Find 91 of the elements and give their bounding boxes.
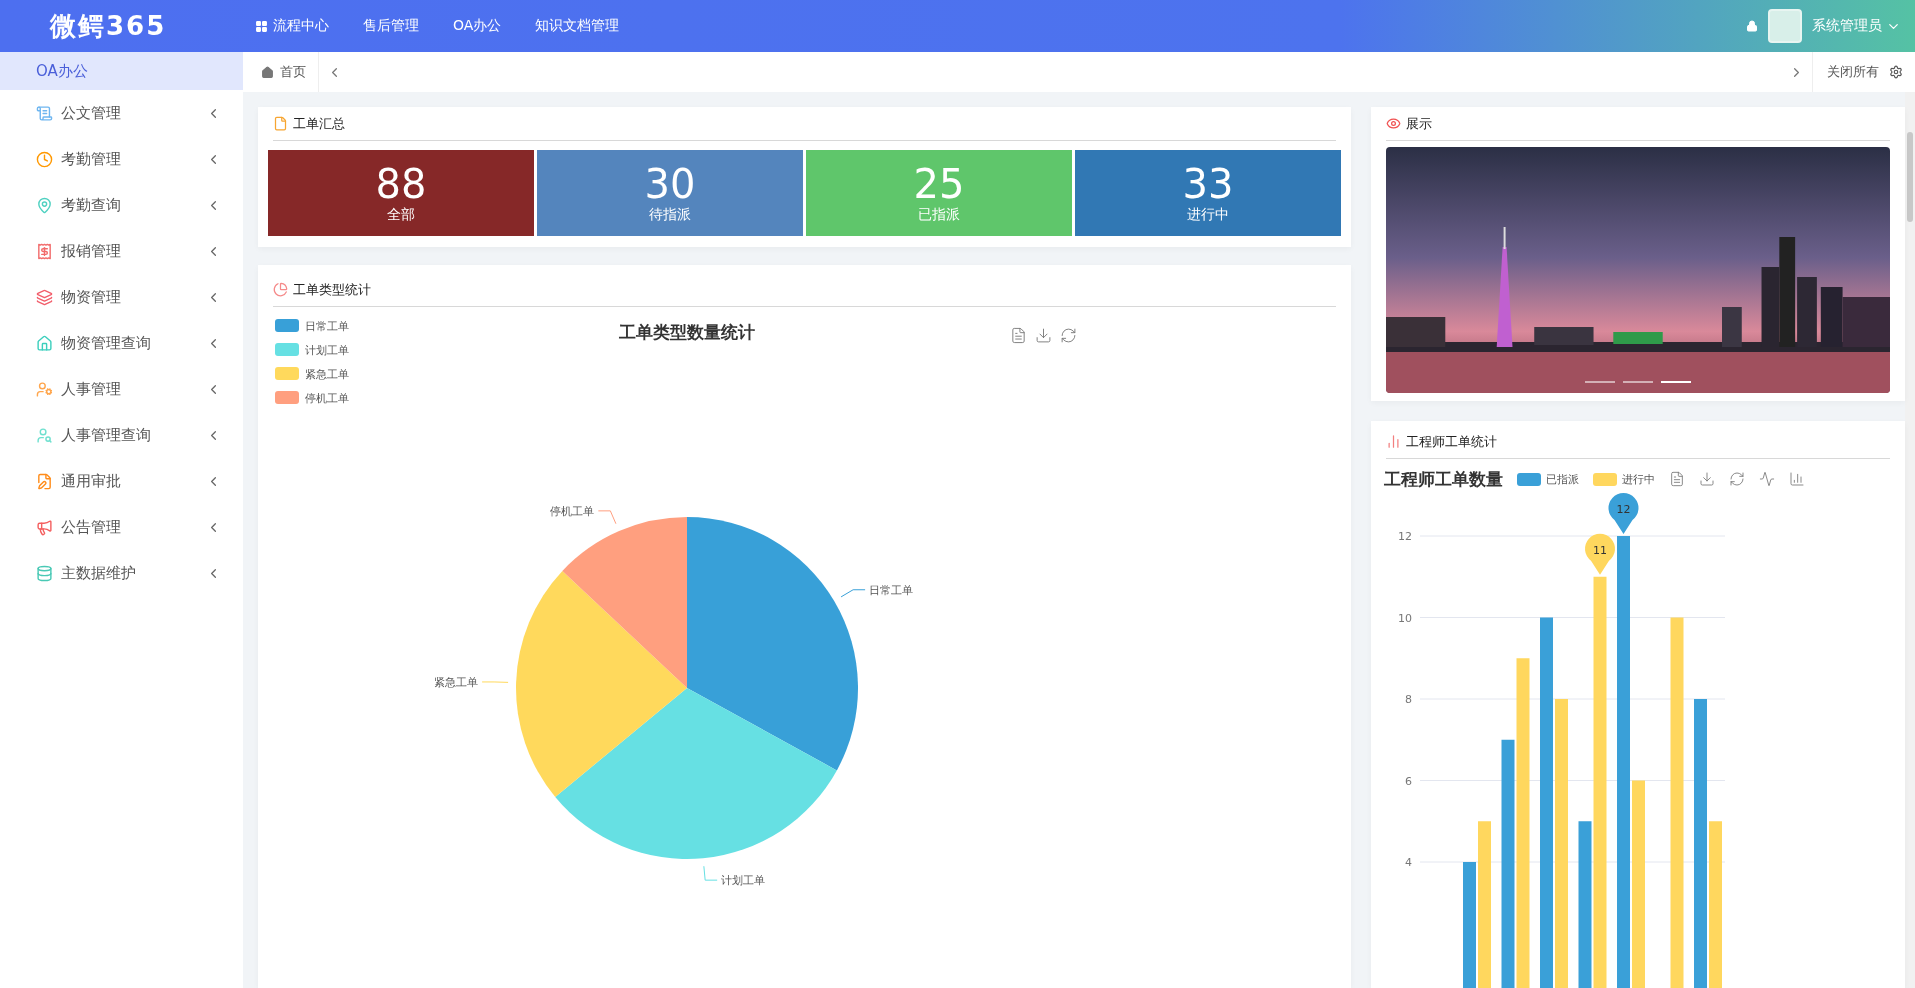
- slice-label: 日常工单: [869, 583, 914, 597]
- slice-label: 停机工单: [550, 504, 595, 518]
- sidebar-item[interactable]: 人事管理: [0, 366, 243, 412]
- stat-value: 88: [375, 162, 427, 206]
- axis-label: 10: [1398, 611, 1412, 625]
- sidebar-item[interactable]: 主数据维护: [0, 550, 243, 596]
- legend-swatch[interactable]: [275, 391, 299, 404]
- download-icon[interactable]: [1035, 327, 1052, 344]
- annotation: 12: [1616, 503, 1631, 516]
- stat-label: 进行中: [1187, 206, 1229, 224]
- card-title: 展示: [1406, 114, 1432, 133]
- legend-label[interactable]: 计划工单: [305, 344, 349, 357]
- user-icon: [36, 380, 53, 398]
- legend-swatch[interactable]: [275, 367, 299, 380]
- legend-label[interactable]: 紧急工单: [305, 368, 349, 381]
- legend-label[interactable]: 停机工单: [305, 392, 349, 405]
- document-icon[interactable]: [1010, 327, 1027, 344]
- sidebar-title: OA办公: [0, 52, 243, 90]
- settings-icon: [1889, 65, 1903, 79]
- chart-title: 工单类型数量统计: [619, 322, 755, 342]
- sidebar-item[interactable]: 公告管理: [0, 504, 243, 550]
- user-search-icon: [36, 426, 53, 444]
- legend-item[interactable]: 进行中: [1593, 471, 1655, 487]
- sidebar-item[interactable]: 考勤查询: [0, 182, 243, 228]
- nav-link[interactable]: 售后管理: [363, 17, 419, 35]
- close-all-button[interactable]: 关闭所有: [1812, 52, 1915, 92]
- sidebar-item[interactable]: 报销管理: [0, 228, 243, 274]
- card-title: 工程师工单统计: [1406, 432, 1497, 451]
- lock-icon[interactable]: [1746, 20, 1758, 32]
- sidebar-item[interactable]: 通用审批: [0, 458, 243, 504]
- bar-chart-icon[interactable]: [1789, 471, 1805, 487]
- slice-label: 计划工单: [721, 874, 766, 888]
- sidebar-item[interactable]: 考勤管理: [0, 136, 243, 182]
- stat-label: 全部: [387, 206, 415, 224]
- sidebar-item[interactable]: 公文管理: [0, 90, 243, 136]
- sidebar-item[interactable]: 物资管理查询: [0, 320, 243, 366]
- grid-icon: [255, 19, 268, 33]
- stat-label: 已指派: [918, 206, 960, 224]
- slice-label: 紧急工单: [434, 675, 479, 689]
- legend-item[interactable]: 已指派: [1517, 471, 1579, 487]
- logo: 微鳄365: [48, 9, 168, 43]
- pin-icon: [36, 196, 53, 214]
- sidebar-item[interactable]: 人事管理查询: [0, 412, 243, 458]
- sidebar-item[interactable]: 物资管理: [0, 274, 243, 320]
- document-icon: [273, 116, 288, 131]
- annotation: 11: [1593, 543, 1607, 557]
- card-title: 工单汇总: [293, 114, 345, 133]
- avatar[interactable]: [1768, 9, 1802, 43]
- nav-link[interactable]: 流程中心: [255, 17, 329, 35]
- database-icon: [36, 564, 53, 582]
- carousel-indicator[interactable]: [1661, 381, 1691, 383]
- axis-label: 8: [1405, 693, 1412, 706]
- megaphone-icon: [36, 518, 53, 536]
- bar-chart-icon: [1386, 434, 1401, 449]
- stat-value: 25: [913, 162, 965, 206]
- refresh-icon[interactable]: [1060, 327, 1077, 344]
- axis-label: 6: [1405, 774, 1412, 788]
- line-chart-icon[interactable]: [1759, 471, 1775, 487]
- value-pin: 11: [1585, 533, 1615, 575]
- scrollbar[interactable]: [1905, 92, 1915, 988]
- legend-swatch[interactable]: [275, 343, 299, 356]
- scroll-icon: [36, 104, 53, 122]
- pie-chart-icon: [273, 282, 288, 297]
- axis-label: 12: [1398, 530, 1412, 543]
- carousel-indicator[interactable]: [1585, 381, 1615, 383]
- legend-label[interactable]: 日常工单: [305, 320, 349, 333]
- value-pin: 12: [1608, 493, 1639, 534]
- layers-icon: [36, 288, 53, 306]
- home-icon: [36, 334, 53, 352]
- eye-icon: [1386, 116, 1401, 131]
- nav-link[interactable]: 知识文档管理: [535, 17, 620, 35]
- axis-label: 4: [1405, 856, 1412, 869]
- carousel-indicator[interactable]: [1623, 381, 1653, 383]
- receipt-icon: [36, 242, 53, 260]
- leader-line: [481, 681, 509, 683]
- nav-link[interactable]: OA办公: [453, 17, 502, 35]
- leader-line: [597, 510, 617, 525]
- leader-line: [703, 865, 718, 881]
- document-icon: [36, 472, 53, 490]
- home-icon: [261, 65, 274, 79]
- legend-swatch[interactable]: [275, 319, 299, 332]
- stat-value: 30: [644, 162, 696, 206]
- clock-icon: [36, 150, 53, 168]
- download-icon[interactable]: [1699, 471, 1715, 487]
- card-title: 工单类型统计: [293, 280, 371, 299]
- leader-line: [840, 589, 866, 598]
- stat-value: 33: [1182, 162, 1234, 206]
- chart-title: 工程师工单数量: [1384, 467, 1503, 491]
- stat-label: 待指派: [649, 206, 691, 224]
- refresh-icon[interactable]: [1729, 471, 1745, 487]
- document-icon[interactable]: [1669, 471, 1685, 487]
